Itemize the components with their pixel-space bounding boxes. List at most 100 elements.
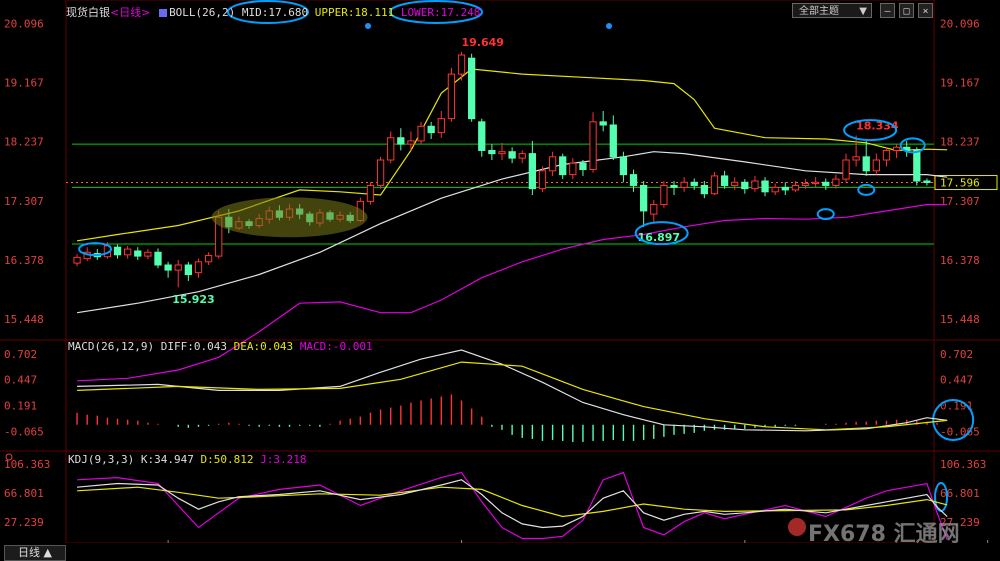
candle-down [397,137,405,145]
candle-up [144,251,152,257]
candle-up [124,248,132,256]
macd-tick-label-right: 0.447 [940,374,973,387]
close-icon[interactable]: × [918,3,933,18]
minimize-icon[interactable]: — [880,3,895,18]
price-tick-label-left: 17.307 [4,195,44,208]
candle-up [569,162,577,176]
candle-down [184,264,192,276]
candle-down [508,151,516,159]
macd-tick-label-left: 0.191 [4,399,37,412]
kdj-tick-label-left: 27.239 [4,516,44,529]
candle-up [457,54,466,75]
kdj-tick-label-left: 106.363 [4,458,50,471]
event-marker [606,23,612,29]
candle-down [134,250,142,257]
candle-up [660,184,668,206]
candle-up [852,156,860,161]
highlight-circle [857,183,876,196]
macd-dea-line [77,361,948,431]
macd-diff-line [77,349,948,432]
macd-diff-value: DIFF:0.043 [160,340,227,353]
kdj-tick-label-right: 106.363 [940,458,986,471]
boll-label: BOLL(26,2) [169,6,236,19]
kdj-tick-label-left: 66.801 [4,487,44,500]
period-selector-button[interactable]: 日线 ▲ [4,545,66,561]
candle-down [862,156,870,172]
price-chart-canvas[interactable]: 20.096 20.096 19.167 19.167 18.237 18.237 17.3… [0,0,1000,561]
price-tick-label-right: 20.096 [940,17,980,30]
candle-up [589,121,597,171]
event-marker [365,23,371,29]
candle-down [670,184,678,188]
candle-up [842,159,850,180]
candle-down [741,181,749,190]
macd-label: MACD(26,12,9) [68,340,155,353]
consolidation-highlight [211,197,368,238]
candle-down [781,186,789,191]
candle-up [447,73,456,120]
candle-up [882,149,891,161]
candle-up [437,118,445,134]
theme-selector-label: 全部主题 [799,6,839,17]
chevron-down-icon: ▼ [859,6,867,17]
macd-tick-label-left: 0.702 [4,348,37,361]
candle-down [761,180,769,193]
candle-up [548,156,557,172]
watermark-logo-icon [788,518,806,536]
candle-down [468,57,476,120]
price-tick-label-left: 18.237 [4,136,44,149]
main-panel-header: 现货白银<日线> BOLL(26,2) MID:17.680 UPPER:18.… [66,4,480,20]
theme-selector[interactable]: 全部主题 ▼ [792,3,872,18]
boll-upper-value: UPPER:18.111 [314,6,395,19]
candle-down [154,251,162,266]
candle-up [751,180,759,190]
kdj-j-value: J:3.218 [260,453,307,466]
restore-icon[interactable]: □ [899,3,914,18]
candle-up [771,186,779,193]
candle-down [164,264,172,271]
candle-up [174,264,182,271]
candle-down [478,121,486,151]
candle-up [518,153,526,159]
kdj-label: KDJ(9,3,3) [68,453,135,466]
kdj-d-value: D:50.812 [200,453,254,466]
boll-mid-value: MID:17.680 [241,6,309,19]
candle-up [680,181,688,188]
candle-up [650,204,658,215]
candle-up [376,159,385,186]
candle-up [387,137,395,161]
candle-down [113,246,122,256]
candle-down [599,121,607,126]
last-price-label: 17.596 [940,177,980,190]
candle-up [832,178,840,186]
candle-down [579,162,587,171]
boll-icon [159,9,168,17]
kdj-panel-header: KDJ(9,3,3) K:34.947 D:50.812 J:3.218 [68,453,306,466]
price-tick-label-right: 17.307 [940,195,980,208]
macd-tick-label-right: -0.065 [940,425,980,438]
price-annotation: 19.649 [462,36,504,49]
candle-up [417,125,425,142]
candle-down [427,125,435,134]
price-tick-label-left: 20.096 [4,17,44,30]
candle-down [690,181,698,186]
candle-down [923,180,931,184]
boll-mid-line [77,151,948,314]
macd-tick-label-right: 0.702 [940,348,973,361]
candle-down [619,156,628,176]
price-tick-label-right: 15.448 [940,313,980,326]
candle-down [822,181,830,186]
period-tag: <日线> [110,6,151,19]
candle-down [629,174,638,186]
candle-down [640,184,648,212]
candle-down [559,156,567,176]
candle-up [204,254,213,263]
candle-up [801,183,810,186]
candle-down [609,124,617,158]
candle-down [528,153,536,190]
candle-up [710,175,719,195]
macd-panel-header: MACD(26,12,9) DIFF:0.043 DEA:0.043 MACD:… [68,340,373,353]
candle-up [892,146,901,151]
price-annotation: 15.923 [172,293,214,306]
candle-down [913,149,921,182]
